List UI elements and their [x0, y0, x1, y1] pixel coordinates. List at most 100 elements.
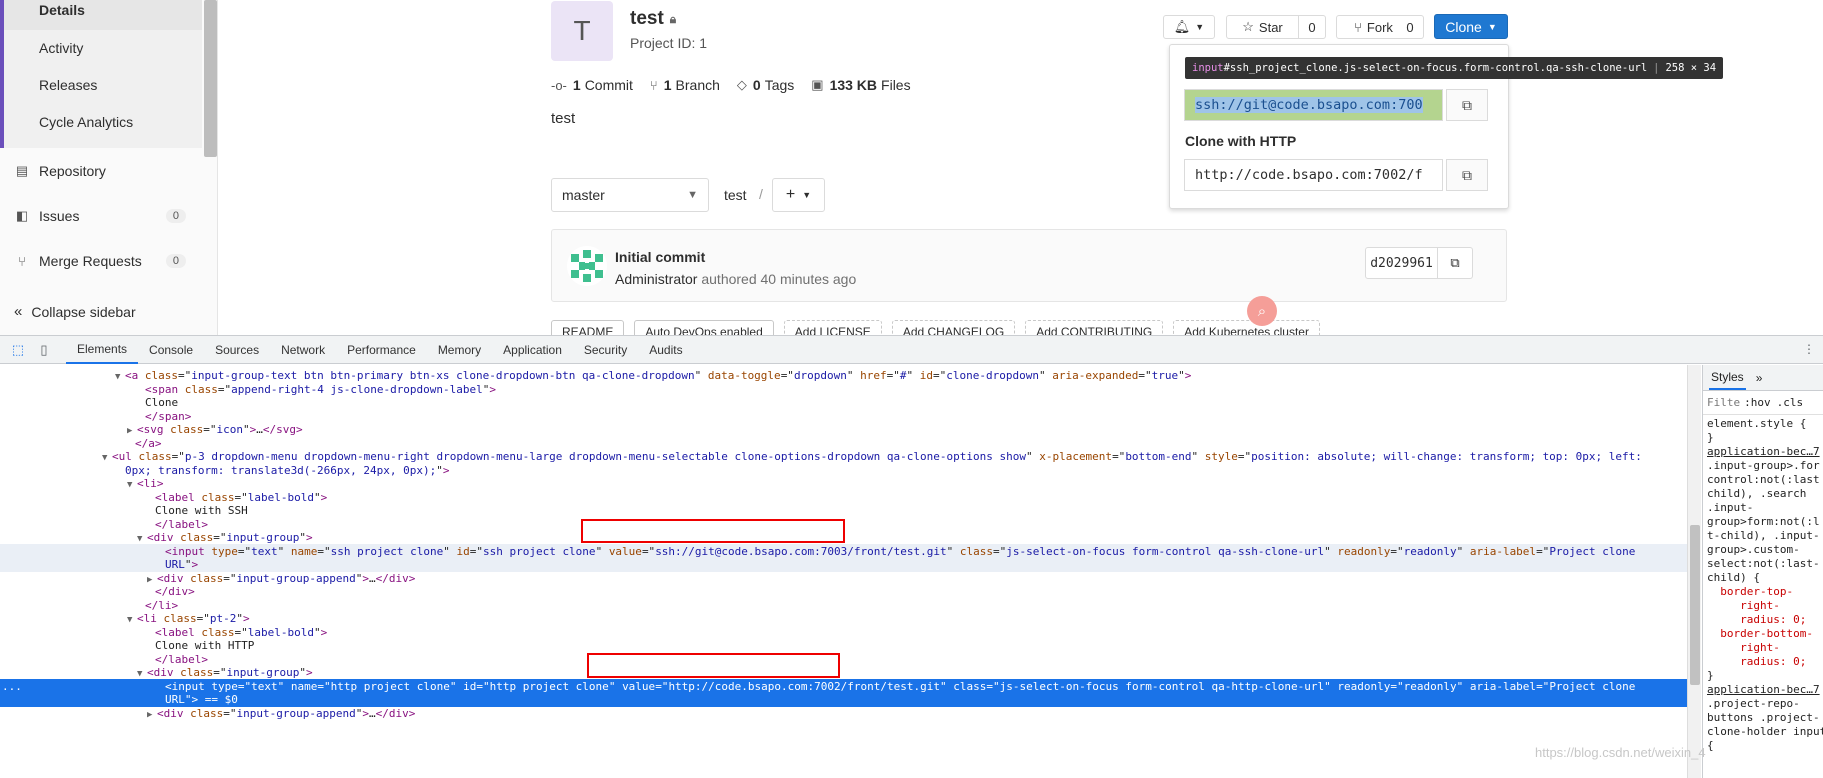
ssh-value-highlight-box	[581, 519, 845, 543]
project-title: test 🔒︎	[630, 8, 676, 30]
stat-tags[interactable]: ◇ 0 Tags	[737, 77, 794, 93]
last-commit-panel: Initial commit Administrator authored 40…	[551, 229, 1507, 302]
tab-more[interactable]: »	[1756, 371, 1763, 385]
stat-files[interactable]: ▣ 133 KB Files	[811, 77, 910, 93]
device-toolbar-icon[interactable]: ▯	[36, 342, 52, 358]
commit-sha[interactable]: d2029961	[1365, 247, 1438, 279]
style-rule-line: radius: 0;	[1707, 655, 1807, 668]
chevron-down-icon: ▼	[1195, 22, 1205, 32]
tab-console[interactable]: Console	[138, 336, 204, 364]
sidebar-scrollbar[interactable]	[204, 0, 217, 157]
inspect-element-icon[interactable]: ⬚	[10, 342, 26, 358]
breadcrumb-separator: /	[759, 186, 763, 202]
style-rule-line: .input-group>.for	[1707, 459, 1820, 472]
style-rule-line: .input-	[1707, 501, 1754, 514]
sidebar-item-repository[interactable]: ▤ Repository	[14, 159, 186, 183]
styles-filter-input[interactable]: Filte	[1707, 396, 1740, 409]
branch-icon: ⑂	[649, 77, 658, 93]
tab-elements[interactable]: Elements	[66, 336, 139, 364]
cls-toggle[interactable]: .cls	[1777, 396, 1804, 409]
style-rule-line: border-bottom-	[1707, 627, 1813, 640]
style-rule-line: child), .search	[1707, 487, 1807, 500]
project-id: Project ID: 1	[630, 35, 708, 51]
collapse-sidebar-label: Collapse sidebar	[31, 303, 136, 320]
stat-branches[interactable]: ⑂ 1 Branch	[650, 77, 720, 93]
elements-scrollbar[interactable]	[1687, 365, 1701, 778]
author-avatar	[567, 246, 607, 286]
stat-label: Branch	[675, 77, 720, 93]
style-rule-line: }	[1707, 431, 1714, 444]
fork-count[interactable]: 0	[1397, 15, 1424, 39]
branch-selector[interactable]: master ▼	[551, 178, 709, 212]
tooltip-tag: input	[1192, 62, 1224, 74]
chevron-down-icon: ▼	[802, 190, 812, 200]
star-button[interactable]: ☆ Star	[1226, 15, 1299, 39]
active-item-background	[4, 0, 202, 30]
http-clone-url-input[interactable]: http://code.bsapo.com:7002/f	[1184, 159, 1443, 191]
scrollbar-thumb[interactable]	[1690, 525, 1700, 685]
project-overview-submenu: Details Activity Releases Cycle Analytic…	[0, 0, 202, 148]
style-rule-line: {	[1707, 739, 1714, 752]
file-chip-row: README Auto DevOps enabled Add LICENSE A…	[551, 320, 1330, 335]
tab-application[interactable]: Application	[492, 336, 573, 364]
more-options-icon[interactable]: ⋮	[1803, 342, 1815, 356]
tooltip-selector: #ssh_project_clone.js-select-on-focus.fo…	[1223, 62, 1648, 74]
tooltip-separator: |	[1653, 62, 1660, 74]
stat-commits[interactable]: -o- 1 Commit	[551, 77, 633, 93]
add-contributing-chip[interactable]: Add CONTRIBUTING	[1025, 320, 1164, 335]
copy-http-url-button[interactable]: ⧉	[1446, 159, 1488, 191]
add-kubernetes-chip[interactable]: Add Kubernetes cluster	[1173, 320, 1320, 335]
styles-pane: Styles » Filte :hov .cls element.style {…	[1702, 365, 1823, 778]
tab-audits[interactable]: Audits	[638, 336, 693, 364]
sidebar-item-issues[interactable]: ◧ Issues 0	[14, 204, 186, 228]
sidebar-item-releases[interactable]: Releases	[39, 77, 97, 93]
tab-performance[interactable]: Performance	[336, 336, 427, 364]
add-license-chip[interactable]: Add LICENSE	[783, 320, 882, 335]
star-icon: ☆	[1242, 19, 1254, 34]
clone-dropdown-button[interactable]: Clone ▼	[1434, 14, 1508, 39]
copy-ssh-url-button[interactable]: ⧉	[1446, 89, 1488, 121]
project-avatar: T	[551, 1, 613, 61]
identicon-image	[567, 246, 607, 286]
star-count[interactable]: 0	[1299, 15, 1326, 39]
stat-count: 1	[663, 77, 672, 93]
breadcrumb-project[interactable]: test	[724, 187, 747, 203]
watermark-text: https://blog.csdn.net/weixin_4	[1535, 745, 1706, 760]
readme-chip[interactable]: README	[551, 320, 625, 335]
copy-sha-button[interactable]: ⧉	[1438, 247, 1473, 279]
sidebar-item-cycle-analytics[interactable]: Cycle Analytics	[39, 114, 133, 130]
expand-triangle-icon[interactable]: ▶	[147, 708, 157, 723]
commit-author-line: Administrator authored 40 minutes ago	[615, 271, 856, 287]
file-icon: ▣	[811, 77, 824, 92]
tab-network[interactable]: Network	[270, 336, 336, 364]
clone-label: Clone	[1445, 18, 1482, 35]
sidebar-item-activity[interactable]: Activity	[39, 40, 83, 56]
dom-node-line[interactable]: ▶ <div class="input-group-append">…</div>	[0, 706, 1687, 721]
sidebar-item-merge-requests[interactable]: ⑂ Merge Requests 0	[14, 249, 186, 273]
stat-count: 1	[572, 77, 581, 93]
ssh-clone-url-input[interactable]: ssh://git@code.bsapo.com:700	[1184, 89, 1443, 121]
commit-title[interactable]: Initial commit	[615, 249, 705, 265]
hov-toggle[interactable]: :hov	[1744, 396, 1771, 409]
tab-sources[interactable]: Sources	[204, 336, 270, 364]
tab-styles[interactable]: Styles	[1709, 366, 1746, 390]
notification-button[interactable]: 🔔︎ ▼	[1163, 15, 1215, 39]
style-rule-line: select:not(:last-	[1707, 557, 1820, 570]
copy-icon: ⧉	[1450, 255, 1460, 270]
collapse-sidebar-button[interactable]: « Collapse sidebar	[14, 303, 136, 320]
tab-security[interactable]: Security	[573, 336, 638, 364]
style-rule-line: right-	[1707, 599, 1780, 612]
sidebar-item-details[interactable]: Details	[39, 2, 85, 18]
commit-author[interactable]: Administrator	[615, 271, 697, 287]
auto-devops-chip[interactable]: Auto DevOps enabled	[634, 320, 774, 335]
sidebar-item-label: Repository	[39, 163, 106, 179]
search-floating-button[interactable]: ⌕	[1247, 296, 1277, 326]
style-rule-line: child) {	[1707, 571, 1760, 584]
tab-memory[interactable]: Memory	[427, 336, 492, 364]
add-changelog-chip[interactable]: Add CHANGELOG	[891, 320, 1016, 335]
ssh-url-selected-text: ssh://git@code.bsapo.com:700	[1195, 97, 1423, 113]
sidebar: Details Activity Releases Cycle Analytic…	[0, 0, 218, 335]
add-file-dropdown-button[interactable]: + ▼	[772, 178, 825, 212]
devtools-tab-bar: ⬚ ▯ Elements Console Sources Network Perform…	[0, 336, 1823, 364]
style-rule-line: group>.custom-	[1707, 543, 1800, 556]
